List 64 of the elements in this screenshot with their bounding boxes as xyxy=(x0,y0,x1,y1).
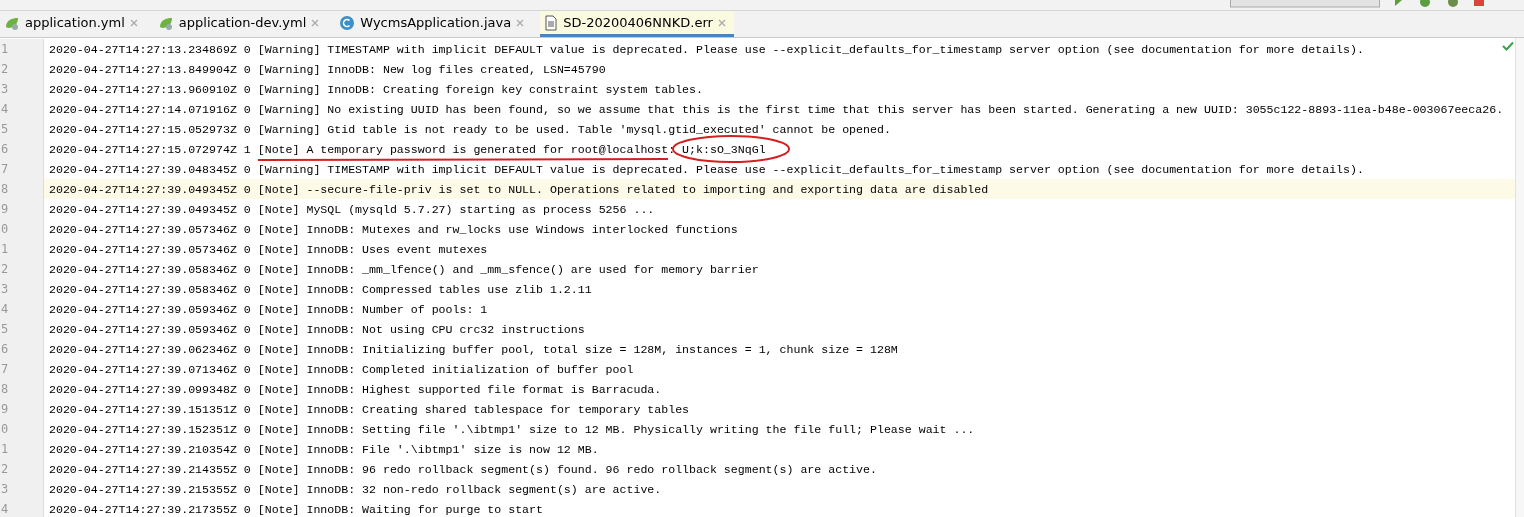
close-icon[interactable] xyxy=(311,18,320,27)
editor-tab[interactable]: application.yml xyxy=(0,11,146,37)
line-number: 6 xyxy=(1,342,9,356)
line-number: 2 xyxy=(1,262,9,276)
line-number: 1 xyxy=(1,242,9,256)
coverage-icon[interactable] xyxy=(1446,0,1460,8)
class-file-icon xyxy=(339,14,356,31)
line-number: 8 xyxy=(1,182,9,196)
log-line: 2020-04-27T14:27:39.049345Z 0 [Note] MySQL (mysqld 5.7.27) starting as process 5256 ... xyxy=(48,202,655,216)
line-number: 3 xyxy=(1,482,9,496)
close-icon[interactable] xyxy=(717,18,726,27)
line-number: 5 xyxy=(1,322,9,336)
log-line: 2020-04-27T14:27:39.214355Z 0 [Note] InnoDB: 96 redo rollback segment(s) found. 96 redo rollback segment(s) are active. xyxy=(48,462,877,476)
log-line: 2020-04-27T14:27:39.215355Z 0 [Note] InnoDB: 32 non-redo rollback segment(s) are active. xyxy=(48,482,662,496)
line-number: 3 xyxy=(1,82,9,96)
line-number: 4 xyxy=(1,302,9,316)
log-line: 2020-04-27T14:27:39.049345Z 0 [Note] --secure-file-priv is set to NULL. Operations related to importing and exporting data are disabled xyxy=(48,182,989,196)
line-number: 8 xyxy=(1,382,9,396)
line-number: 0 xyxy=(1,222,9,236)
line-number: 5 xyxy=(1,122,9,136)
log-line: 2020-04-27T14:27:39.217355Z 0 [Note] InnoDB: Waiting for purge to start xyxy=(48,502,543,516)
play-icon[interactable] xyxy=(1394,0,1404,8)
scrollbar[interactable] xyxy=(1515,38,1524,517)
log-line: 2020-04-27T14:27:39.071346Z 0 [Note] InnoDB: Completed initialization of buffer pool xyxy=(48,362,634,376)
log-line: 2020-04-27T14:27:14.071916Z 0 [Warning] No existing UUID has been found, so we assume that this is the first time that this server has been started. Generating a new UUID: 3055c122-8893-11ea-b48e-003067eeca26. xyxy=(48,102,1504,116)
log-line: 2020-04-27T14:27:39.151351Z 0 [Note] InnoDB: Creating shared tablespace for temporary tables xyxy=(48,402,690,416)
editor-tab[interactable]: application-dev.yml xyxy=(153,11,328,37)
line-number: 7 xyxy=(1,162,9,176)
line-number: 7 xyxy=(1,362,9,376)
line-number: 2 xyxy=(1,62,9,76)
debug-icon[interactable] xyxy=(1418,0,1432,8)
log-line: 2020-04-27T14:27:39.099348Z 0 [Note] InnoDB: Highest supported file format is Barracuda. xyxy=(48,382,662,396)
line-number: 9 xyxy=(1,202,9,216)
check-icon xyxy=(1502,41,1514,51)
log-line: 2020-04-27T14:27:39.058346Z 0 [Note] InnoDB: _mm_lfence() and _mm_sfence() are used for memory barrier xyxy=(48,262,759,276)
close-icon[interactable] xyxy=(129,18,138,27)
line-number: 1 xyxy=(1,442,9,456)
log-line: 2020-04-27T14:27:39.210354Z 0 [Note] InnoDB: File '.\ibtmp1' size is now 12 MB. xyxy=(48,442,599,456)
log-line: 2020-04-27T14:27:15.052973Z 0 [Warning] Gtid table is not ready to be used. Table 'mysql.gtid_executed' cannot be opened. xyxy=(48,122,891,136)
log-line: 2020-04-27T14:27:13.849904Z 0 [Warning] InnoDB: New log files created, LSN=45790 xyxy=(48,62,606,76)
log-line: 2020-04-27T14:27:13.960910Z 0 [Warning] InnoDB: Creating foreign key constraint system tables. xyxy=(48,82,703,96)
line-number: 9 xyxy=(1,402,9,416)
line-number: 3 xyxy=(1,282,9,296)
log-line: 2020-04-27T14:27:13.234869Z 0 [Warning] TIMESTAMP with implicit DEFAULT value is deprecated. Please use --explicit_defaults_for_timestamp server option (see documentation for more details). xyxy=(48,42,1364,56)
log-line: 2020-04-27T14:27:39.048345Z 0 [Warning] TIMESTAMP with implicit DEFAULT value is deprecated. Please use --explicit_defaults_for_timestamp server option (see documentation for more details). xyxy=(48,162,1364,176)
log-line: 2020-04-27T14:27:39.057346Z 0 [Note] InnoDB: Mutexes and rw_locks use Windows interlocked functions xyxy=(48,222,738,236)
close-icon[interactable] xyxy=(516,18,525,27)
log-line: 2020-04-27T14:27:39.057346Z 0 [Note] InnoDB: Uses event mutexes xyxy=(48,242,488,256)
line-number: 6 xyxy=(1,142,9,156)
line-number: 4 xyxy=(1,102,9,116)
log-line: 2020-04-27T14:27:39.152351Z 0 [Note] InnoDB: Setting file '.\ibtmp1' size to 12 MB. Physically writing the file full; Please wait ... xyxy=(48,422,975,436)
log-line: 2020-04-27T14:27:39.059346Z 0 [Note] InnoDB: Not using CPU crc32 instructions xyxy=(48,322,585,336)
line-number: 1 xyxy=(1,42,9,56)
log-line: 2020-04-27T14:27:39.062346Z 0 [Note] InnoDB: Initializing buffer pool, total size = 128M, instances = 1, chunk size = 128M xyxy=(48,342,898,356)
editor-tab[interactable]: WycmsApplication.java xyxy=(335,11,533,37)
editor-tab[interactable]: SD-20200406NNKD.err xyxy=(540,11,734,37)
log-line: 2020-04-27T14:27:39.058346Z 0 [Note] InnoDB: Compressed tables use zlib 1.2.11 xyxy=(48,282,592,296)
log-line: 2020-04-27T14:27:39.059346Z 0 [Note] InnoDB: Number of pools: 1 xyxy=(48,302,488,316)
text-file-icon xyxy=(544,14,559,31)
line-number: 2 xyxy=(1,462,9,476)
log-line: 2020-04-27T14:27:15.072974Z 1 [Note] A temporary password is generated for root@localhost: U;k:sO_3NqGl xyxy=(48,142,766,156)
stop-icon[interactable] xyxy=(1474,0,1484,8)
line-number: 0 xyxy=(1,422,9,436)
line-number: 4 xyxy=(1,502,9,516)
